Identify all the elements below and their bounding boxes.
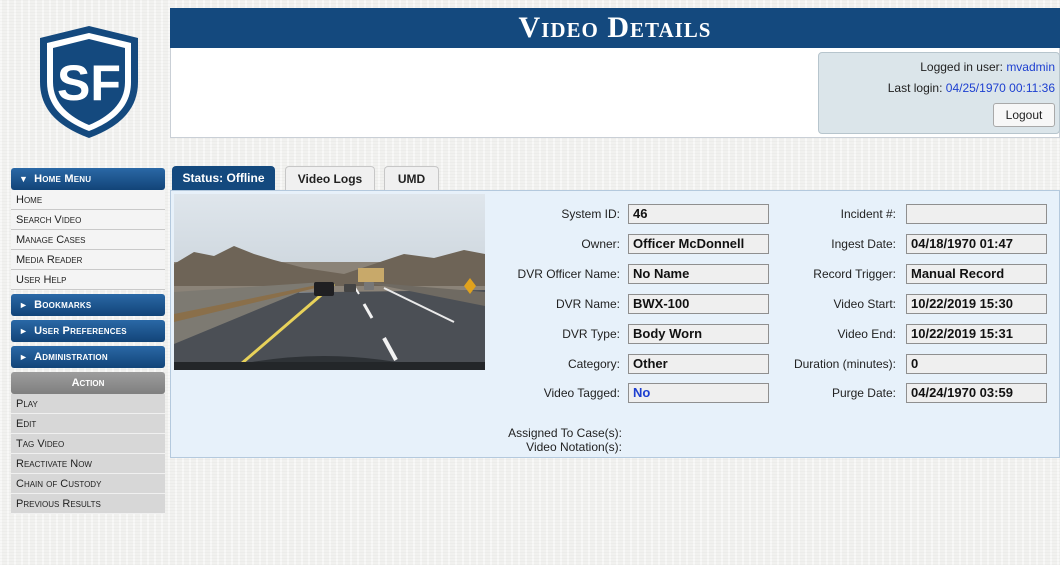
logged-in-label: Logged in user:: [920, 60, 1003, 74]
incident-value: [906, 204, 1047, 224]
dvr-officer-name-value: No Name: [628, 264, 769, 284]
page-title: Video Details: [170, 8, 1060, 48]
user-info-box: Logged in user: mvadmin Last login: 04/2…: [818, 52, 1060, 134]
action-item-play[interactable]: Play: [11, 394, 165, 414]
video-end-value: 10/22/2019 15:31: [906, 324, 1047, 344]
home-menu-label: Home Menu: [34, 173, 92, 185]
bookmarks-label: Bookmarks: [34, 299, 92, 311]
system-id-label: System ID:: [561, 207, 620, 221]
owner-value: Officer McDonnell: [628, 234, 769, 254]
video-start-value: 10/22/2019 15:30: [906, 294, 1047, 314]
owner-label: Owner:: [581, 237, 620, 251]
triangle-down-icon: ▼: [19, 174, 29, 184]
category-label: Category:: [567, 357, 620, 371]
action-item-reactivate-now[interactable]: Reactivate Now: [11, 454, 165, 474]
video-tagged-label: Video Tagged:: [543, 386, 620, 400]
bookmarks-header[interactable]: ► Bookmarks: [11, 294, 165, 316]
action-item-tag-video[interactable]: Tag Video: [11, 434, 165, 454]
triangle-right-icon: ►: [19, 300, 29, 310]
home-menu-header[interactable]: ▼ Home Menu: [11, 168, 165, 190]
action-item-previous-results[interactable]: Previous Results: [11, 494, 165, 514]
user-preferences-label: User Preferences: [34, 325, 127, 337]
user-preferences-header[interactable]: ► User Preferences: [11, 320, 165, 342]
dvr-type-value: Body Worn: [628, 324, 769, 344]
logout-button[interactable]: Logout: [993, 103, 1055, 127]
system-id-value: 46: [628, 204, 769, 224]
purge-date-label: Purge Date:: [831, 386, 896, 400]
logged-in-user[interactable]: mvadmin: [1006, 60, 1055, 74]
triangle-right-icon: ►: [19, 352, 29, 362]
duration-value: 0: [906, 354, 1047, 374]
dvr-officer-name-label: DVR Officer Name:: [517, 267, 620, 281]
assigned-cases-label: Assigned To Case(s):: [508, 426, 622, 440]
sidebar: ▼ Home Menu Home Search Video Manage Case…: [11, 168, 165, 514]
video-thumbnail[interactable]: [174, 194, 485, 370]
last-login-line: Last login: 04/25/1970 00:11:36: [888, 81, 1055, 95]
tab-umd[interactable]: UMD: [384, 166, 439, 190]
last-login-value: 04/25/1970 00:11:36: [945, 81, 1055, 95]
duration-label: Duration (minutes):: [793, 357, 896, 371]
record-trigger-value: Manual Record: [906, 264, 1047, 284]
tab-status[interactable]: Status: Offline: [172, 166, 275, 190]
dvr-name-value: BWX-100: [628, 294, 769, 314]
administration-label: Administration: [34, 351, 108, 363]
purge-date-value: 04/24/1970 03:59: [906, 383, 1047, 403]
record-trigger-label: Record Trigger:: [813, 267, 896, 281]
ingest-date-label: Ingest Date:: [831, 237, 896, 251]
logged-in-line: Logged in user: mvadmin: [920, 60, 1055, 74]
sf-shield-logo: SF: [40, 26, 138, 138]
administration-header[interactable]: ► Administration: [11, 346, 165, 368]
action-item-edit[interactable]: Edit: [11, 414, 165, 434]
sidebar-item-search-video[interactable]: Search Video: [11, 210, 165, 230]
video-details-panel: System ID: 46 Owner: Officer McDonnell D…: [170, 190, 1060, 458]
video-start-label: Video Start:: [833, 297, 896, 311]
triangle-right-icon: ►: [19, 326, 29, 336]
sidebar-item-home[interactable]: Home: [11, 190, 165, 210]
video-tagged-value[interactable]: No: [628, 383, 769, 403]
last-login-label: Last login:: [887, 81, 943, 95]
ingest-date-value: 04/18/1970 01:47: [906, 234, 1047, 254]
incident-label: Incident #:: [840, 207, 896, 221]
video-end-label: Video End:: [837, 327, 897, 341]
sidebar-item-media-reader[interactable]: Media Reader: [11, 250, 165, 270]
action-item-chain-of-custody[interactable]: Chain of Custody: [11, 474, 165, 494]
action-header: Action: [11, 372, 165, 394]
tab-video-logs[interactable]: Video Logs: [285, 166, 375, 190]
sidebar-item-user-help[interactable]: User Help: [11, 270, 165, 290]
video-notations-label: Video Notation(s):: [526, 440, 622, 454]
category-value: Other: [628, 354, 769, 374]
sidebar-item-manage-cases[interactable]: Manage Cases: [11, 230, 165, 250]
dvr-type-label: DVR Type:: [562, 327, 620, 341]
logo-text: SF: [57, 55, 121, 111]
dvr-name-label: DVR Name:: [555, 297, 620, 311]
